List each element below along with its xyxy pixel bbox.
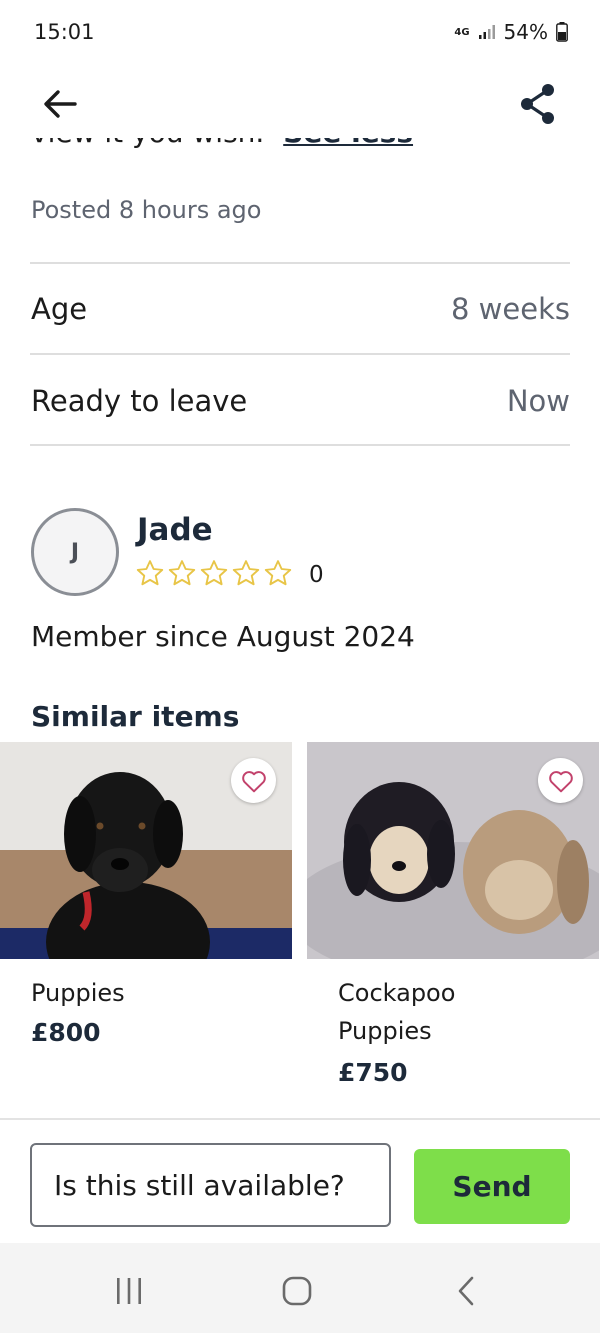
ready-to-leave-value: Now (506, 384, 570, 418)
divider (30, 444, 570, 446)
signal-icon (478, 25, 495, 39)
item-price: £800 (31, 1018, 101, 1047)
item-price: £750 (338, 1058, 408, 1087)
seller-avatar[interactable]: J (31, 508, 119, 596)
age-label: Age (31, 292, 88, 326)
see-less-link[interactable]: See less (283, 138, 413, 149)
rating-count: 0 (309, 562, 324, 588)
similar-item-card[interactable] (307, 742, 599, 959)
top-app-bar (0, 68, 600, 138)
back-button[interactable] (38, 82, 82, 126)
item-title[interactable]: Puppies (31, 974, 125, 1012)
item-title[interactable]: Cockapoo Puppies (338, 974, 538, 1050)
divider (30, 262, 570, 264)
listing-screen: 15:01 4G 54% Posted 8 hours ago Age 8 we… (0, 0, 600, 1333)
system-nav-bar (0, 1243, 600, 1333)
description-text: view it you wish. (31, 138, 264, 149)
star-outline-icon (168, 560, 196, 586)
arrow-left-icon (44, 90, 77, 118)
avatar-initial: J (70, 539, 80, 565)
system-back-button[interactable] (441, 1271, 491, 1311)
star-outline-icon (200, 560, 228, 586)
send-button[interactable]: Send (414, 1149, 570, 1224)
similar-item-card[interactable] (0, 742, 292, 959)
favorite-button[interactable] (231, 758, 276, 803)
status-indicators: 4G 54% (454, 20, 568, 44)
network-type-icon: 4G (454, 26, 470, 38)
composer-divider (0, 1118, 600, 1120)
member-since: Member since August 2024 (31, 620, 415, 653)
item-photo[interactable] (0, 742, 292, 959)
battery-percent: 54% (503, 20, 548, 44)
favorite-button[interactable] (538, 758, 583, 803)
chevron-left-icon (458, 1276, 474, 1306)
ready-to-leave-label: Ready to leave (31, 384, 248, 418)
seller-name[interactable]: Jade (137, 512, 213, 548)
seller-rating-stars (135, 558, 293, 588)
share-button[interactable] (514, 80, 562, 128)
share-icon (521, 84, 554, 124)
star-outline-icon (136, 560, 164, 586)
similar-items-heading: Similar items (31, 700, 240, 733)
status-time: 15:01 (34, 20, 95, 44)
item-photo[interactable] (307, 742, 599, 959)
battery-icon (556, 22, 568, 42)
heart-outline-icon (241, 770, 266, 792)
message-input[interactable] (30, 1143, 391, 1227)
divider (30, 353, 570, 355)
listing-content[interactable]: view it you wish. See less Posted 8 hour… (0, 138, 600, 1120)
description-tail: view it you wish. See less (31, 138, 413, 149)
status-bar: 15:01 4G 54% (0, 0, 600, 68)
home-icon (282, 1276, 312, 1306)
recent-apps-icon (117, 1278, 141, 1304)
age-value: 8 weeks (451, 292, 570, 326)
star-outline-icon (264, 560, 292, 586)
recent-apps-button[interactable] (104, 1271, 154, 1311)
posted-time: Posted 8 hours ago (31, 196, 262, 224)
heart-outline-icon (548, 770, 573, 792)
star-outline-icon (232, 560, 260, 586)
home-button[interactable] (272, 1271, 322, 1311)
